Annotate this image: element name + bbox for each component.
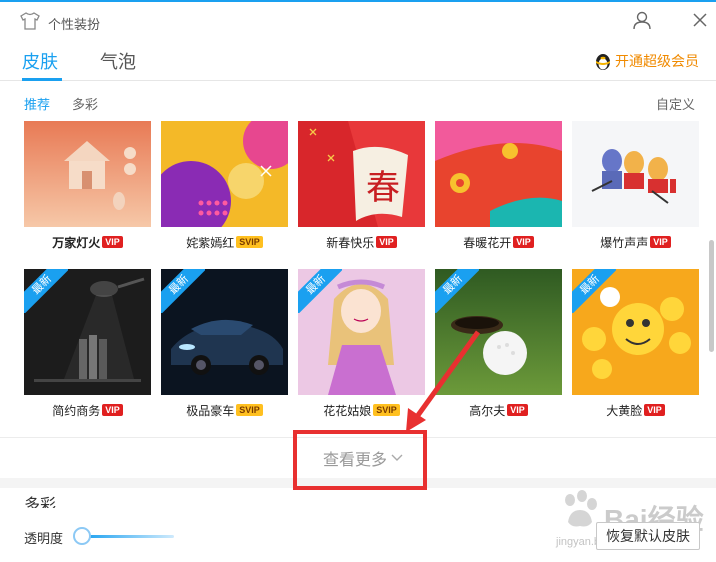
custom-skin-link[interactable]: 自定义 (656, 94, 695, 113)
skin-thumbnail: 春 (298, 121, 425, 227)
active-tab-indicator (22, 78, 62, 81)
skin-caption: 花花姑娘 SVIP (298, 401, 425, 419)
skin-thumbnail: 最新 (24, 269, 151, 395)
skin-name: 花花姑娘 (323, 403, 372, 418)
tab-bubble[interactable]: 气泡 (100, 48, 136, 74)
skin-name: 高尔夫 (469, 403, 506, 418)
svip-badge: SVIP (236, 236, 263, 248)
title-bar: 个性装扮 (0, 2, 716, 40)
svg-text:春: 春 (366, 168, 400, 208)
vip-badge: VIP (102, 236, 123, 248)
skin-name: 简约商务 (52, 403, 101, 418)
open-super-vip-link[interactable]: 开通超级会员 (594, 50, 699, 72)
new-ribbon: 最新 (572, 269, 616, 313)
restore-default-skin-button[interactable]: 恢复默认皮肤 (596, 522, 700, 550)
main-tabs: 皮肤 气泡 开通超级会员 (0, 40, 716, 81)
user-icon[interactable] (632, 10, 652, 30)
new-ribbon: 最新 (24, 269, 68, 313)
skin-thumbnail: 最新 (435, 269, 562, 395)
opacity-slider-handle[interactable] (73, 527, 91, 545)
skin-name: 爆竹声声 (600, 235, 649, 250)
shirt-icon (20, 12, 40, 30)
svip-badge: SVIP (373, 404, 400, 416)
skin-thumbnail: 最新 (572, 269, 699, 395)
subtab-colorful[interactable]: 多彩 (72, 94, 98, 113)
skin-thumbnail: 最新 (161, 269, 288, 395)
vip-link-label: 开通超级会员 (615, 53, 699, 69)
skin-name: 万家灯火 (52, 235, 101, 250)
skin-name: 大黄脸 (606, 403, 643, 418)
vip-badge: VIP (650, 236, 671, 248)
skin-name: 春暖花开 (463, 235, 512, 250)
tab-skin[interactable]: 皮肤 (22, 48, 58, 74)
skin-grid: 万家灯火 VIP 姹紫嫣红 SVIP 春 新春快乐 VIP 春暖花开 VIP 爆… (0, 121, 704, 437)
qq-penguin-icon (596, 54, 610, 70)
skin-caption: 爆竹声声 VIP (572, 233, 699, 251)
new-ribbon: 最新 (161, 269, 205, 313)
skin-caption: 新春快乐 VIP (298, 233, 425, 251)
skin-caption: 高尔夫 VIP (435, 401, 562, 419)
skin-thumbnail (161, 121, 288, 227)
skin-caption: 姹紫嫣红 SVIP (161, 233, 288, 251)
vip-badge: VIP (102, 404, 123, 416)
vip-badge: VIP (513, 236, 534, 248)
skin-caption: 极品豪车 SVIP (161, 401, 288, 419)
annotation-highlight-box (293, 430, 427, 490)
opacity-slider[interactable] (82, 535, 174, 538)
skin-name: 新春快乐 (326, 235, 375, 250)
skin-thumbnail (435, 121, 562, 227)
skin-name: 姹紫嫣红 (186, 235, 235, 250)
skin-thumbnail: 最新 (298, 269, 425, 395)
svip-badge: SVIP (236, 404, 263, 416)
window-title: 个性装扮 (48, 17, 101, 32)
opacity-label: 透明度 (24, 531, 64, 546)
skin-caption: 简约商务 VIP (24, 401, 151, 419)
skin-thumbnail (24, 121, 151, 227)
skin-name: 极品豪车 (186, 403, 235, 418)
skin-caption: 大黄脸 VIP (572, 401, 699, 419)
vip-badge: VIP (376, 236, 397, 248)
section-title-colorful: 多彩 (24, 497, 57, 508)
vip-badge: VIP (644, 404, 665, 416)
skin-caption: 万家灯火 VIP (24, 233, 151, 251)
new-ribbon: 最新 (298, 269, 342, 313)
vip-badge: VIP (507, 404, 528, 416)
close-icon[interactable] (692, 12, 708, 28)
scrollbar-thumb[interactable] (709, 240, 714, 352)
skin-thumbnail (572, 121, 699, 227)
subtab-recommended[interactable]: 推荐 (24, 94, 50, 113)
new-ribbon: 最新 (435, 269, 479, 313)
skin-caption: 春暖花开 VIP (435, 233, 562, 251)
